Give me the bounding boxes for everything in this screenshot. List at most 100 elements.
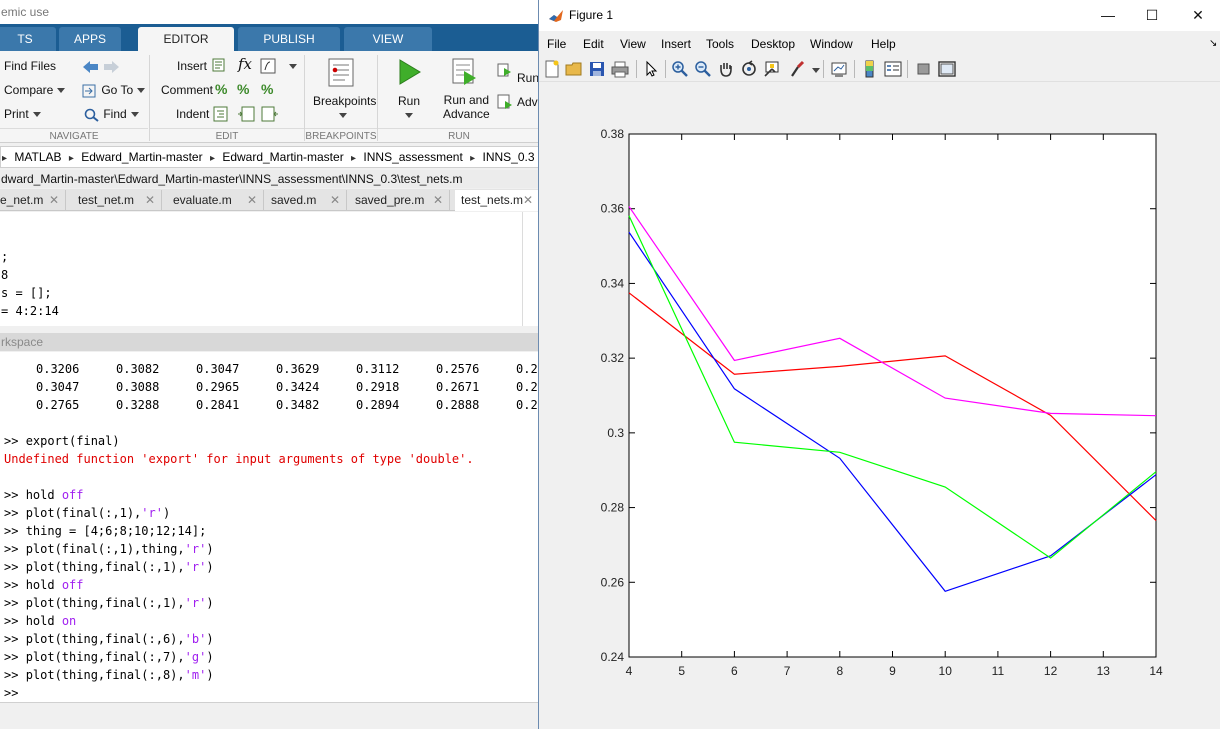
pan-hand-icon[interactable] [717,60,735,78]
compare-button[interactable]: Compare [4,82,66,98]
run-icon[interactable] [395,58,423,86]
find-files-button[interactable]: Find Files [4,58,56,74]
insert-button[interactable]: Insert [177,58,207,74]
menu-view[interactable]: View [620,33,646,55]
save-icon[interactable] [588,60,606,78]
zoom-out-icon[interactable] [694,60,712,78]
breadcrumb-item-edward-martin-master-2[interactable]: Edward_Martin-master [219,147,346,167]
tab-apps[interactable]: APPS [59,27,121,51]
chevron-down-icon[interactable] [289,64,297,69]
percent-icon[interactable]: % [215,81,227,97]
tab-plots[interactable]: TS [0,27,56,51]
code-line: = 4:2:14 [1,304,59,318]
maximize-button[interactable]: ☐ [1129,0,1175,31]
menu-file[interactable]: File [547,33,566,55]
breadcrumb-item-edward-martin-master[interactable]: Edward_Martin-master [78,147,205,167]
x-tick-label: 14 [1149,664,1163,678]
brush-icon[interactable] [788,60,806,78]
plot-canvas[interactable]: 0.24 0.26 0.28 0.3 0.32 0.34 0.36 0.38 4 5 6 7 8 9 10… [539,83,1220,729]
close-icon[interactable]: ✕ [523,190,533,210]
prompt: >> [4,488,19,502]
run-button[interactable]: Run [398,93,420,109]
show-plot-tools-icon[interactable] [938,60,956,78]
tab-file-test-nets[interactable]: test_nets.m ✕ [455,190,540,211]
new-figure-icon[interactable] [543,60,561,78]
axes-box[interactable] [628,133,1157,658]
find-button[interactable]: Find [84,106,139,122]
open-file-icon[interactable] [565,60,583,78]
comment-button[interactable]: Comment [161,82,213,98]
command-window[interactable]: 0.3206 0.3082 0.3047 0.3629 0.3112 0.257… [0,352,540,702]
function-hint-icon[interactable] [260,58,276,74]
chevron-down-icon[interactable] [339,113,347,118]
uncomment-icon[interactable]: % [237,81,249,97]
chevron-down-icon [130,112,139,118]
close-icon[interactable]: ✕ [433,190,443,210]
breadcrumb-chevron-icon: ▸ [470,153,476,164]
menu-edit[interactable]: Edit [583,33,604,55]
tab-file-saved[interactable]: saved.m ✕ [265,190,347,211]
menu-desktop[interactable]: Desktop [751,33,795,55]
run-and-advance-button[interactable]: Run and Advance [443,93,490,121]
close-icon[interactable]: ✕ [49,190,59,210]
hide-plot-tools-icon[interactable] [915,60,933,78]
code-line: s = []; [1,286,52,300]
edit-plot-arrow-icon[interactable] [642,60,660,78]
code-editor[interactable]: ; 8 s = []; = 4:2:14 [0,212,540,326]
chevron-down-icon[interactable] [405,113,413,118]
tab-view[interactable]: VIEW [344,27,432,51]
menu-insert[interactable]: Insert [661,33,691,55]
fx-icon[interactable]: fx [238,56,252,72]
decrease-indent-icon[interactable] [261,106,279,122]
status-bar [0,702,540,729]
matrix-cell: 0.2576 [436,362,480,376]
figure-titlebar: Figure 1 — ☐ ✕ [539,0,1220,31]
tab-file-test-net[interactable]: test_net.m ✕ [72,190,162,211]
link-plot-icon[interactable] [830,60,848,78]
smart-indent-icon[interactable] [213,106,229,122]
breadcrumb-item-inns-assessment[interactable]: INNS_assessment [360,147,465,167]
close-button[interactable]: ✕ [1175,0,1220,31]
zoom-in-icon[interactable] [671,60,689,78]
tab-publish[interactable]: PUBLISH [238,27,340,51]
tab-file-saved-pre[interactable]: saved_pre.m ✕ [349,190,450,211]
y-tick-label: 0.38 [601,127,625,141]
tab-file-e-net[interactable]: e_net.m ✕ [0,190,66,211]
colorbar-icon[interactable] [861,60,879,78]
menu-tools[interactable]: Tools [706,33,734,55]
tab-editor[interactable]: EDITOR [138,27,234,52]
breadcrumb-item-inns-0-3[interactable]: INNS_0.3 [480,147,538,167]
increase-indent-icon[interactable] [237,106,255,122]
close-icon[interactable]: ✕ [145,190,155,210]
editor-ribbon: Find Files Compare Print Go To Find NAVI… [0,51,540,143]
close-icon[interactable]: ✕ [330,190,340,210]
breakpoints-button[interactable]: Breakpoints [313,93,376,109]
close-icon[interactable]: ✕ [247,190,257,210]
menu-help[interactable]: Help [871,33,896,55]
advance-button[interactable]: Adv [517,94,538,110]
chevron-down-icon[interactable] [812,68,820,73]
tab-file-evaluate[interactable]: evaluate.m ✕ [167,190,264,211]
prompt: >> [4,542,19,556]
rotate-3d-icon[interactable] [740,60,758,78]
minimize-button[interactable]: — [1085,0,1131,31]
menu-window[interactable]: Window [810,33,853,55]
run-and-advance-icon[interactable] [450,57,478,87]
magnifier-icon [84,108,99,122]
wrap-comment-icon[interactable]: % [261,81,273,97]
matrix-cell: 0.3112 [356,362,400,376]
print-icon[interactable] [611,60,629,78]
back-forward-icon[interactable] [81,58,121,76]
run-section-button[interactable]: Run [517,70,539,86]
data-cursor-icon[interactable] [763,60,781,78]
dock-arrow-icon[interactable]: ↘ [1209,33,1217,55]
breakpoints-icon[interactable] [327,58,355,88]
indent-button[interactable]: Indent [176,106,209,122]
legend-icon[interactable] [884,60,902,78]
x-tick-label: 12 [1044,664,1058,678]
go-to-button[interactable]: Go To [82,82,146,98]
print-button[interactable]: Print [4,106,41,122]
run-section-icon [497,63,511,77]
breadcrumb-item-matlab[interactable]: MATLAB [11,147,64,167]
command-input-line[interactable]: >> [4,684,18,702]
